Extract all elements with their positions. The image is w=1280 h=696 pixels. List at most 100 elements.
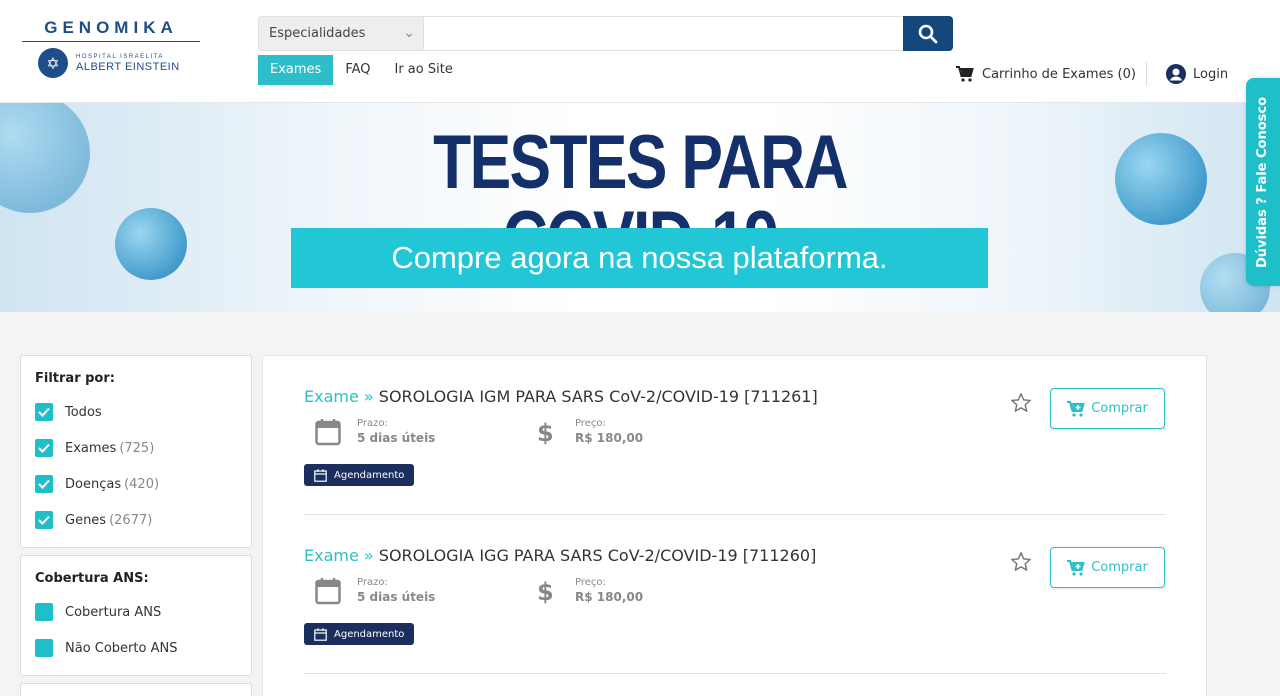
logo-wordmark: GENOMIKA — [22, 18, 200, 42]
nav-faq[interactable]: FAQ — [333, 55, 382, 85]
exam-preco: $ Preço: R$ 180,00 — [536, 418, 643, 446]
chevron-down-icon: ⌄ — [403, 25, 415, 41]
filter-genes[interactable]: Genes (2677) — [35, 502, 237, 538]
einstein-emblem-icon: ✡ — [38, 48, 68, 78]
preco-label: Preço: — [575, 418, 606, 429]
preco-value: R$ 180,00 — [575, 590, 644, 604]
coverage-label: Não Coberto ANS — [65, 640, 178, 656]
filter-panel-partial — [20, 683, 252, 696]
login-link[interactable]: Login — [1166, 62, 1228, 86]
add-to-cart-icon — [1067, 559, 1086, 576]
add-to-cart-icon — [1067, 400, 1086, 417]
search-button[interactable] — [903, 16, 953, 51]
filter-label: Genes — [65, 512, 107, 528]
exam-card: Exame » SOROLOGIA IGG PARA SARS CoV-2/CO… — [304, 515, 1166, 674]
calendar-icon — [315, 419, 341, 446]
einstein-logo: ✡ HOSPITAL ISRAELITA ALBERT EINSTEIN — [22, 48, 200, 78]
calendar-icon — [314, 627, 327, 641]
checkbox-checked[interactable] — [35, 475, 53, 493]
exam-title[interactable]: Exame » SOROLOGIA IGM PARA SARS CoV-2/CO… — [304, 387, 818, 406]
specialty-select[interactable]: Especialidades ⌄ — [258, 16, 423, 51]
agendamento-badge: Agendamento — [304, 623, 415, 645]
filter-doencas[interactable]: Doenças (420) — [35, 466, 237, 502]
contact-side-tab-label: Dúvidas ? Fale Conosco — [1255, 96, 1271, 268]
login-label: Login — [1193, 66, 1229, 82]
prazo-label: Prazo: — [357, 577, 388, 588]
exam-type-label: Exame » — [304, 546, 374, 565]
banner-subtitle: Compre agora na nossa plataforma. — [291, 228, 988, 288]
logo-big-text: ALBERT EINSTEIN — [76, 60, 180, 73]
filter-count: (420) — [124, 476, 160, 492]
exam-name: SOROLOGIA IGM PARA SARS CoV-2/COVID-19 [… — [378, 387, 818, 406]
checkbox-checked[interactable] — [35, 511, 53, 529]
exam-title[interactable]: Exame » SOROLOGIA IGG PARA SARS CoV-2/CO… — [304, 546, 816, 565]
exam-prazo: Prazo: 5 dias úteis — [315, 418, 435, 446]
dollar-icon: $ — [537, 578, 552, 605]
buy-button[interactable]: Comprar — [1050, 388, 1165, 429]
favorite-star-icon[interactable] — [1010, 551, 1032, 573]
favorite-star-icon[interactable] — [1010, 392, 1032, 414]
filter-label: Todos — [65, 404, 102, 420]
nav-exames[interactable]: Exames — [258, 55, 334, 85]
exam-preco: $ Preço: R$ 180,00 — [536, 577, 643, 605]
prazo-value: 5 dias úteis — [357, 590, 436, 604]
filter-count: (2677) — [109, 512, 153, 528]
buy-label: Comprar — [1091, 401, 1148, 416]
agendamento-badge: Agendamento — [304, 464, 415, 486]
calendar-icon — [315, 578, 341, 605]
checkbox-checked[interactable] — [35, 403, 53, 421]
preco-label: Preço: — [575, 577, 606, 588]
specialty-select-value: Especialidades — [269, 26, 366, 41]
cart-icon — [956, 66, 974, 82]
checkbox-checked[interactable] — [35, 439, 53, 457]
exam-type-label: Exame » — [304, 387, 374, 406]
user-icon — [1166, 64, 1186, 84]
virus-illustration-2 — [115, 208, 187, 280]
check-icon — [38, 407, 50, 417]
exam-name: SOROLOGIA IGG PARA SARS CoV-2/COVID-19 [… — [378, 546, 817, 565]
contact-side-tab[interactable]: Dúvidas ? Fale Conosco — [1246, 78, 1280, 286]
buy-button[interactable]: Comprar — [1050, 547, 1165, 588]
search-bar: Especialidades ⌄ — [258, 16, 953, 51]
filter-count: (725) — [119, 440, 155, 456]
header: GENOMIKA ✡ HOSPITAL ISRAELITA ALBERT EIN… — [0, 0, 1280, 103]
coverage-nao-ans[interactable]: Não Coberto ANS — [35, 630, 237, 666]
covid-banner[interactable]: TESTES PARA COVID-19 Compre agora na nos… — [0, 103, 1280, 312]
search-icon — [918, 24, 938, 43]
check-icon — [38, 515, 50, 525]
virus-illustration-3 — [1115, 133, 1207, 225]
logo-small-text: HOSPITAL ISRAELITA — [76, 53, 164, 60]
check-icon — [38, 479, 50, 489]
exam-prazo: Prazo: 5 dias úteis — [315, 577, 435, 605]
results-panel: Exame » SOROLOGIA IGM PARA SARS CoV-2/CO… — [262, 355, 1207, 696]
cart-link[interactable]: Carrinho de Exames (0) — [956, 62, 1147, 86]
coverage-panel: Cobertura ANS: Cobertura ANS Não Coberto… — [20, 555, 252, 676]
filter-label: Exames — [65, 440, 117, 456]
svg-text:$: $ — [537, 578, 552, 605]
badge-label: Agendamento — [334, 469, 405, 481]
filter-label: Doenças — [65, 476, 122, 492]
check-icon — [38, 443, 50, 453]
virus-illustration-1 — [0, 103, 90, 213]
filter-title: Filtrar por: — [35, 371, 115, 386]
coverage-title: Cobertura ANS: — [35, 571, 149, 586]
checkbox-unchecked[interactable] — [35, 639, 53, 657]
filter-exames[interactable]: Exames (725) — [35, 430, 237, 466]
search-input[interactable] — [423, 16, 903, 51]
main-nav: Exames FAQ Ir ao Site — [258, 55, 465, 85]
filter-panel: Filtrar por: Todos Exames (725) Doenças (4… — [20, 355, 252, 548]
nav-ir-ao-site[interactable]: Ir ao Site — [383, 55, 465, 85]
checkbox-unchecked[interactable] — [35, 603, 53, 621]
preco-value: R$ 180,00 — [575, 431, 644, 445]
prazo-label: Prazo: — [357, 418, 388, 429]
coverage-label: Cobertura ANS — [65, 604, 162, 620]
prazo-value: 5 dias úteis — [357, 431, 436, 445]
exam-card: Exame » SOROLOGIA IGM PARA SARS CoV-2/CO… — [304, 356, 1166, 515]
buy-label: Comprar — [1091, 560, 1148, 575]
filter-todos[interactable]: Todos — [35, 394, 237, 430]
coverage-ans[interactable]: Cobertura ANS — [35, 594, 237, 630]
svg-text:$: $ — [537, 419, 552, 446]
cart-label: Carrinho de Exames (0) — [982, 66, 1136, 82]
dollar-icon: $ — [537, 419, 552, 446]
genomika-logo[interactable]: GENOMIKA ✡ HOSPITAL ISRAELITA ALBERT EIN… — [22, 18, 200, 78]
